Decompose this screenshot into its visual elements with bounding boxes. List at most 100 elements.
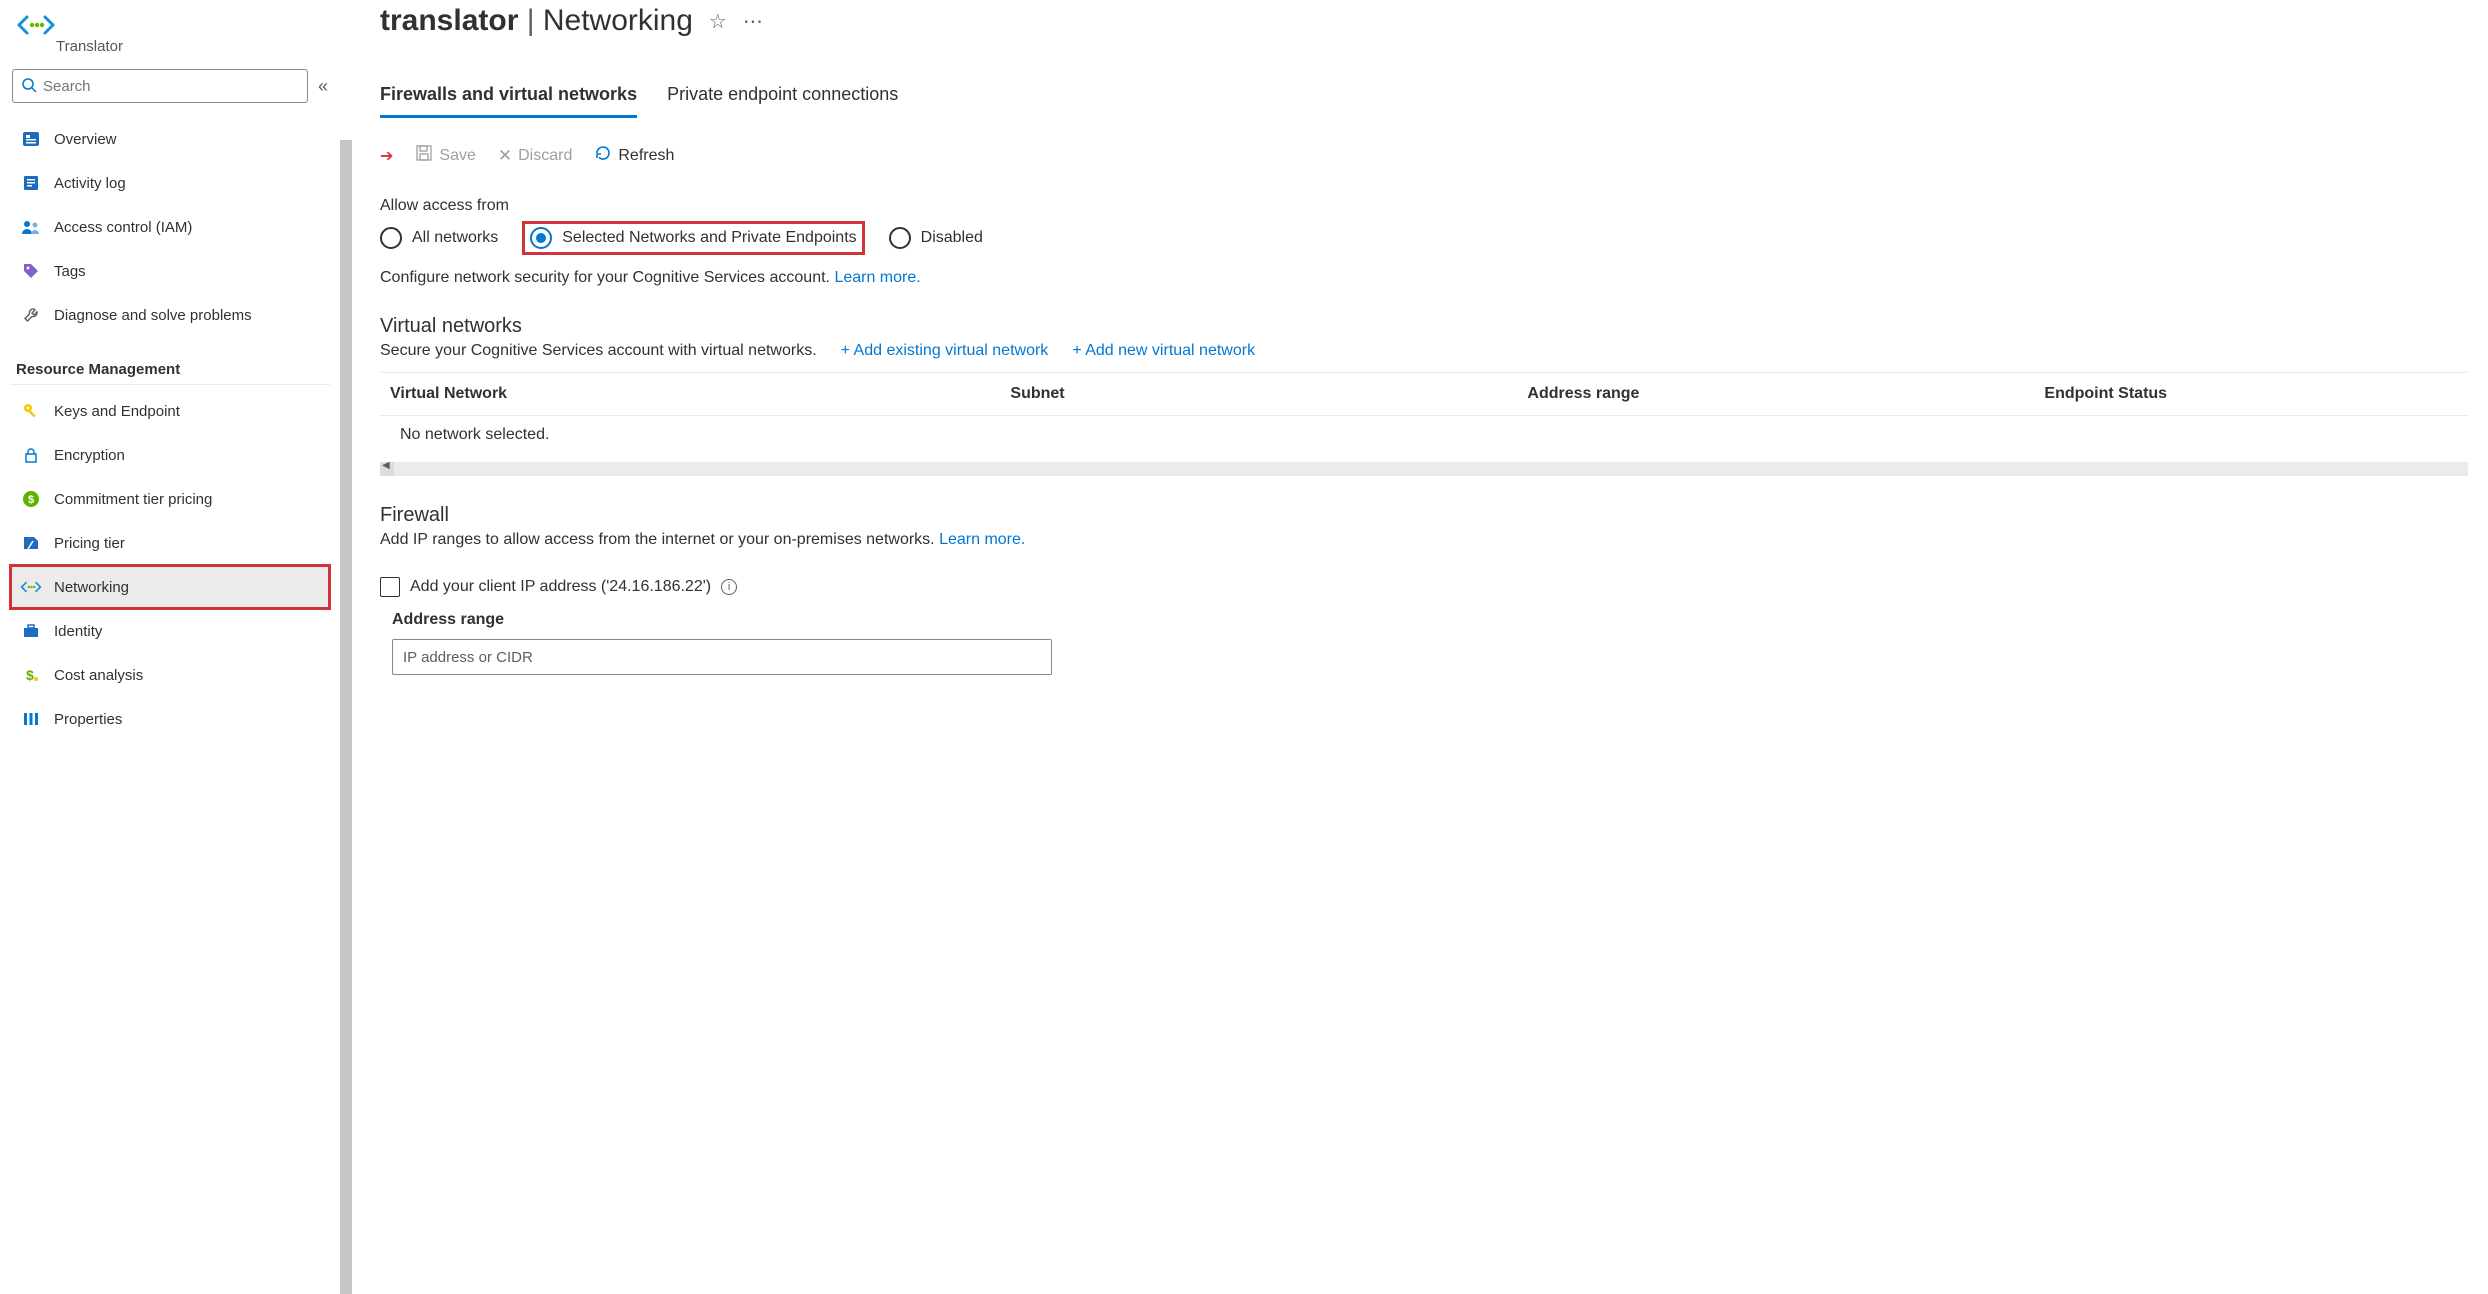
main-content: translator | Networking ☆ ⋯ Firewalls an… (340, 0, 2488, 1294)
vnet-column-header: Virtual Network (390, 385, 1010, 403)
horizontal-scrollbar[interactable] (380, 462, 2468, 476)
overview-icon (20, 130, 42, 148)
info-icon[interactable]: i (721, 579, 737, 595)
svg-text:$: $ (28, 494, 34, 506)
brand-label: Translator (56, 38, 123, 55)
sidebar-item-tags[interactable]: Tags (10, 249, 330, 293)
brand: Translator (10, 8, 330, 69)
briefcase-icon (20, 622, 42, 640)
sidebar-item-overview[interactable]: Overview (10, 117, 330, 161)
sidebar-item-access-control-iam-[interactable]: Access control (IAM) (10, 205, 330, 249)
sidebar-item-diagnose-and-solve-problems[interactable]: Diagnose and solve problems (10, 293, 330, 337)
sidebar-item-label: Networking (54, 579, 129, 596)
key-icon (20, 402, 42, 420)
vnet-table: Virtual NetworkSubnetAddress rangeEndpoi… (380, 372, 2468, 476)
translator-brand-icon (16, 12, 56, 38)
discard-label: Discard (518, 147, 572, 165)
access-learn-more-link[interactable]: Learn more. (834, 269, 920, 286)
sidebar-item-properties[interactable]: Properties (10, 697, 330, 741)
sidebar-item-cost-analysis[interactable]: $ Cost analysis (10, 653, 330, 697)
tab-bar: Firewalls and virtual networks Private en… (380, 78, 2468, 118)
sidebar-item-networking[interactable]: Networking (10, 565, 330, 609)
sidebar-item-commitment-tier-pricing[interactable]: $ Commitment tier pricing (10, 477, 330, 521)
radio-circle-icon (530, 227, 552, 249)
sidebar-item-label: Overview (54, 131, 117, 148)
lock-icon (20, 446, 42, 464)
access-description: Configure network security for your Cogn… (380, 269, 2468, 287)
tab-private-endpoint-connections[interactable]: Private endpoint connections (667, 78, 898, 118)
page-title-row: translator | Networking ☆ ⋯ (380, 4, 2468, 38)
sidebar-item-activity-log[interactable]: Activity log (10, 161, 330, 205)
callout-arrow-icon: ➔ (380, 146, 393, 166)
pricing-icon (20, 534, 42, 552)
svg-text:$: $ (26, 667, 34, 683)
radio-label: Selected Networks and Private Endpoints (562, 229, 856, 247)
vnet-empty-row: No network selected. (380, 415, 2468, 458)
client-ip-checkbox-label: Add your client IP address ('24.16.186.2… (410, 578, 711, 596)
tags-icon (20, 262, 42, 280)
sidebar-item-label: Commitment tier pricing (54, 491, 212, 508)
radio-label: Disabled (921, 229, 983, 247)
ip-range-input[interactable] (392, 639, 1052, 675)
activity-log-icon (20, 174, 42, 192)
properties-icon (20, 710, 42, 728)
tab-firewalls-and-virtual-networks[interactable]: Firewalls and virtual networks (380, 78, 637, 118)
vnet-column-header: Subnet (1010, 385, 1527, 403)
save-icon (415, 144, 433, 167)
toolbar: ➔ Save ✕ Discard Refresh (380, 144, 2468, 167)
refresh-button[interactable]: Refresh (594, 144, 674, 167)
dollar-circle-icon: $ (20, 490, 42, 508)
sidebar-item-label: Cost analysis (54, 667, 143, 684)
radio-selected-networks-and-private-endpoints[interactable]: Selected Networks and Private Endpoints (524, 223, 862, 253)
save-label: Save (439, 147, 475, 165)
checkbox-box-icon (380, 577, 400, 597)
search-input[interactable] (43, 78, 299, 95)
sidebar: Translator « Overview Activity log Access … (0, 0, 340, 1294)
sidebar-group-header: Resource Management (10, 351, 330, 385)
firewall-learn-more-link[interactable]: Learn more. (939, 531, 1025, 548)
radio-disabled[interactable]: Disabled (889, 227, 983, 249)
sidebar-item-label: Encryption (54, 447, 125, 464)
sidebar-item-keys-and-endpoint[interactable]: Keys and Endpoint (10, 389, 330, 433)
vnet-column-header: Address range (1527, 385, 2044, 403)
iam-icon (20, 218, 42, 236)
sidebar-item-label: Pricing tier (54, 535, 125, 552)
sidebar-item-identity[interactable]: Identity (10, 609, 330, 653)
sidebar-item-pricing-tier[interactable]: Pricing tier (10, 521, 330, 565)
access-from-radios: All networks Selected Networks and Privat… (380, 223, 2468, 253)
sidebar-item-encryption[interactable]: Encryption (10, 433, 330, 477)
discard-button[interactable]: ✕ Discard (498, 146, 572, 166)
refresh-label: Refresh (618, 147, 674, 165)
vnet-description: Secure your Cognitive Services account w… (380, 342, 817, 360)
search-icon (21, 77, 37, 96)
sidebar-item-label: Keys and Endpoint (54, 403, 180, 420)
firewall-heading: Firewall (380, 504, 2468, 527)
refresh-icon (594, 144, 612, 167)
wrench-icon (20, 306, 42, 324)
add-new-vnet-link[interactable]: + Add new virtual network (1072, 342, 1255, 360)
translator-icon (20, 579, 42, 595)
sidebar-item-label: Access control (IAM) (54, 219, 192, 236)
radio-all-networks[interactable]: All networks (380, 227, 498, 249)
favorite-star-icon[interactable]: ☆ (709, 9, 727, 34)
sidebar-item-label: Activity log (54, 175, 126, 192)
client-ip-checkbox[interactable]: Add your client IP address ('24.16.186.2… (380, 577, 2468, 597)
page-title: translator | Networking (380, 4, 693, 38)
address-range-label: Address range (392, 611, 2468, 629)
discard-icon: ✕ (498, 146, 512, 166)
vnet-heading: Virtual networks (380, 315, 2468, 338)
more-actions-icon[interactable]: ⋯ (743, 9, 763, 34)
sidebar-search[interactable] (12, 69, 308, 103)
save-button[interactable]: Save (415, 144, 475, 167)
access-from-label: Allow access from (380, 197, 2468, 215)
radio-circle-icon (380, 227, 402, 249)
sidebar-item-label: Identity (54, 623, 102, 640)
sidebar-item-label: Properties (54, 711, 122, 728)
add-existing-vnet-link[interactable]: + Add existing virtual network (841, 342, 1049, 360)
firewall-description: Add IP ranges to allow access from the i… (380, 531, 2468, 549)
cost-icon: $ (20, 666, 42, 684)
sidebar-item-label: Diagnose and solve problems (54, 307, 252, 324)
collapse-sidebar-icon[interactable]: « (318, 76, 328, 97)
radio-circle-icon (889, 227, 911, 249)
sidebar-item-label: Tags (54, 263, 86, 280)
